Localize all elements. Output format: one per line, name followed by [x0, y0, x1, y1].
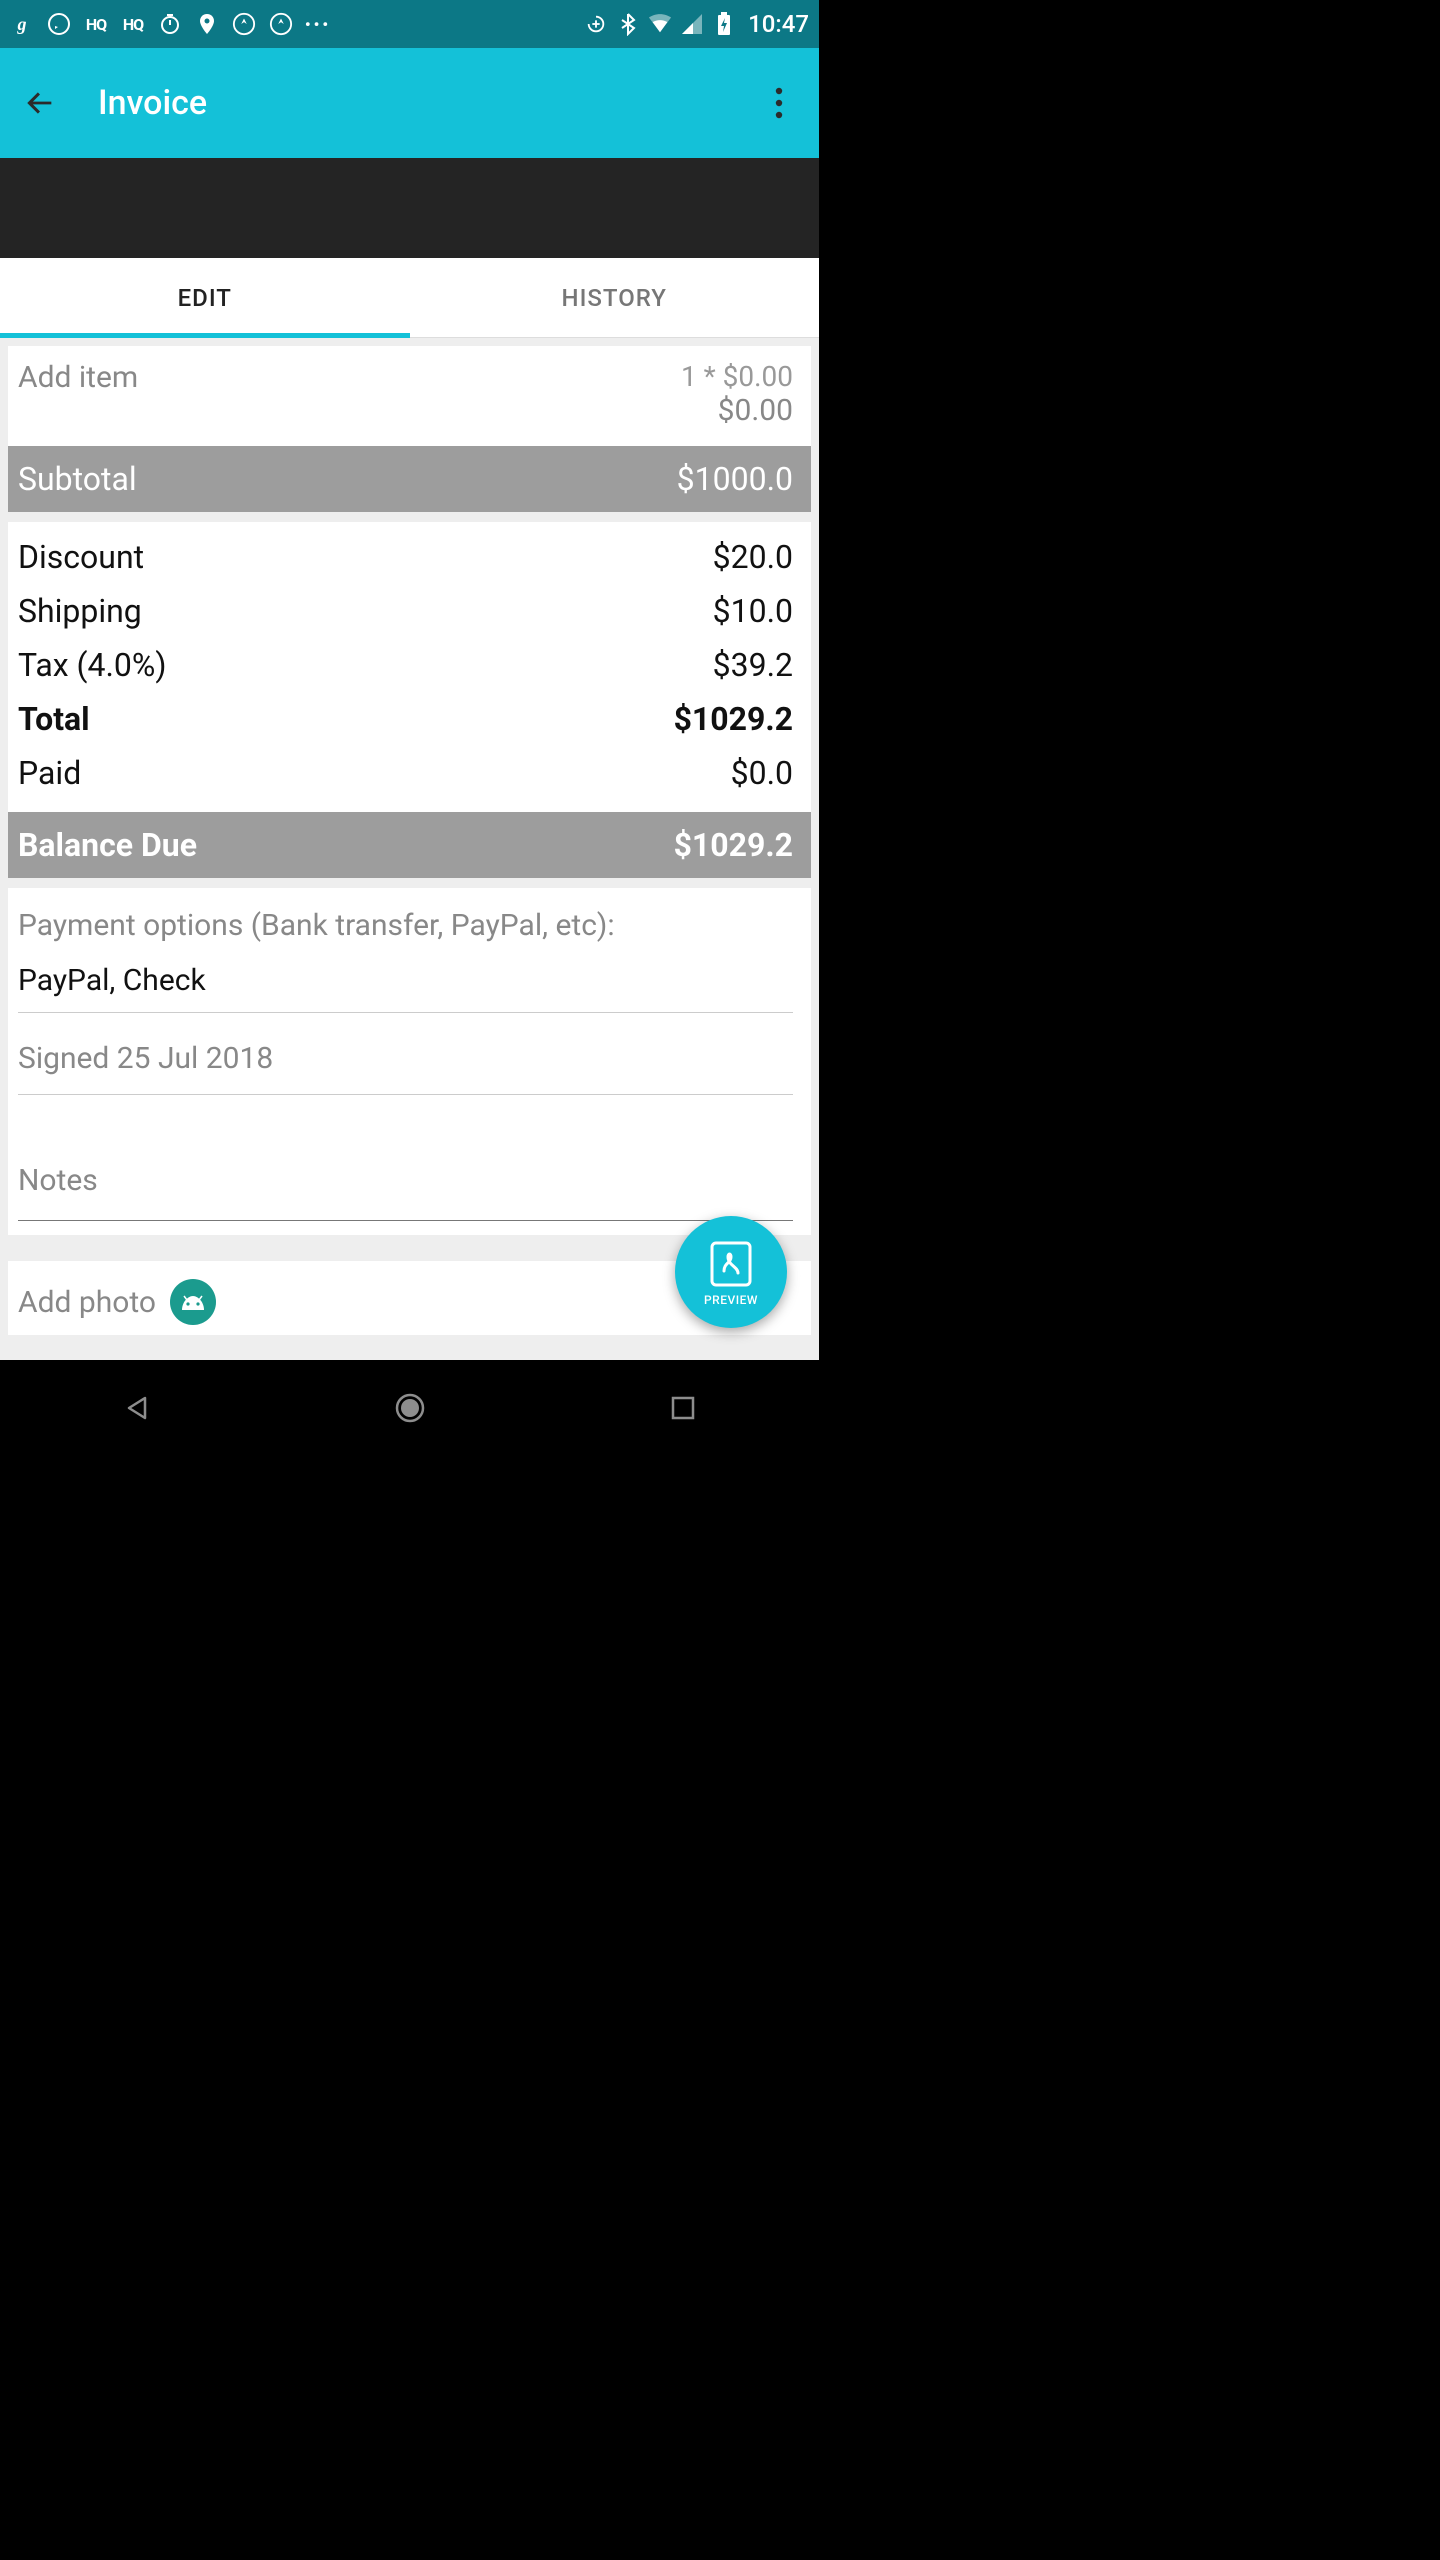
app-bar: Invoice: [0, 48, 819, 158]
paid-value: $0.0: [731, 754, 793, 792]
back-button[interactable]: [20, 83, 60, 123]
tax-row[interactable]: Tax (4.0%) $39.2: [18, 638, 793, 692]
discount-value: $20.0: [713, 538, 793, 576]
nav-home-button[interactable]: [380, 1378, 440, 1438]
details-card: Discount $20.0 Shipping $10.0 Tax (4.0%)…: [8, 522, 811, 812]
shipping-row[interactable]: Shipping $10.0: [18, 584, 793, 638]
hq-icon-2: HQ: [121, 12, 145, 36]
stopwatch-icon: [158, 12, 182, 36]
battery-charging-icon: [712, 12, 736, 36]
signed-row[interactable]: Signed 25 Jul 2018: [18, 1041, 793, 1095]
system-nav-bar: [0, 1360, 819, 1456]
data-sync-icon: [584, 12, 608, 36]
add-item-row[interactable]: Add item 1 * $0.00 $0.00: [8, 346, 811, 446]
more-notifications-icon: •••: [306, 12, 330, 36]
shipping-label: Shipping: [18, 592, 142, 630]
balance-due-value: $1029.2: [674, 826, 793, 864]
add-item-label: Add item: [18, 360, 138, 428]
preview-fab-label: PREVIEW: [704, 1293, 758, 1307]
status-time: 10:47: [748, 10, 809, 38]
discount-label: Discount: [18, 538, 144, 576]
header-strip: [0, 158, 819, 258]
notes-field[interactable]: Notes: [18, 1163, 793, 1221]
total-label: Total: [18, 700, 90, 738]
balance-due-label: Balance Due: [18, 826, 197, 864]
overflow-menu-button[interactable]: [759, 83, 799, 123]
shipping-value: $10.0: [713, 592, 793, 630]
payment-signed-card: Payment options (Bank transfer, PayPal, …: [8, 888, 811, 1103]
android-icon: [170, 1279, 216, 1325]
hq-icon-1: HQ: [84, 12, 108, 36]
paid-label: Paid: [18, 754, 81, 792]
tab-bar: EDIT HISTORY: [0, 258, 819, 338]
notes-card: Notes: [8, 1103, 811, 1235]
payment-options-label: Payment options (Bank transfer, PayPal, …: [18, 908, 793, 943]
add-item-amount: $0.00: [681, 393, 793, 428]
paid-row[interactable]: Paid $0.0: [18, 746, 793, 800]
cellular-signal-icon: [680, 12, 704, 36]
page-title: Invoice: [98, 83, 759, 123]
balance-due-row: Balance Due $1029.2: [8, 812, 811, 878]
tax-value: $39.2: [713, 646, 793, 684]
flame-circle-icon-1: [232, 12, 256, 36]
bluetooth-icon: [616, 12, 640, 36]
wifi-icon: [648, 12, 672, 36]
total-row: Total $1029.2: [18, 692, 793, 746]
payment-options-value[interactable]: PayPal, Check: [18, 963, 793, 1013]
status-left-icons: g HQ HQ •••: [10, 12, 330, 36]
nav-back-button[interactable]: [107, 1378, 167, 1438]
discount-row[interactable]: Discount $20.0: [18, 530, 793, 584]
flame-circle-icon-2: [269, 12, 293, 36]
nav-recents-button[interactable]: [653, 1378, 713, 1438]
pdf-icon: [704, 1237, 758, 1291]
location-icon: [195, 12, 219, 36]
status-bar: g HQ HQ •••: [0, 0, 819, 48]
add-item-qty-price: 1 * $0.00: [681, 360, 793, 393]
subtotal-value: $1000.0: [677, 460, 793, 498]
content-scroll[interactable]: Add item 1 * $0.00 $0.00 Subtotal $1000.…: [0, 338, 819, 1360]
total-value: $1029.2: [674, 700, 793, 738]
tab-edit[interactable]: EDIT: [0, 258, 410, 337]
add-photo-label: Add photo: [18, 1285, 156, 1320]
preview-fab[interactable]: PREVIEW: [675, 1216, 787, 1328]
app-g-icon: g: [10, 12, 34, 36]
add-item-amounts: 1 * $0.00 $0.00: [681, 360, 793, 428]
subtotal-row: Subtotal $1000.0: [8, 446, 811, 512]
whatsapp-icon: [47, 12, 71, 36]
status-right-icons: 10:47: [584, 10, 809, 38]
subtotal-label: Subtotal: [18, 460, 137, 498]
tab-history[interactable]: HISTORY: [410, 258, 820, 337]
tax-label: Tax (4.0%): [18, 646, 166, 684]
